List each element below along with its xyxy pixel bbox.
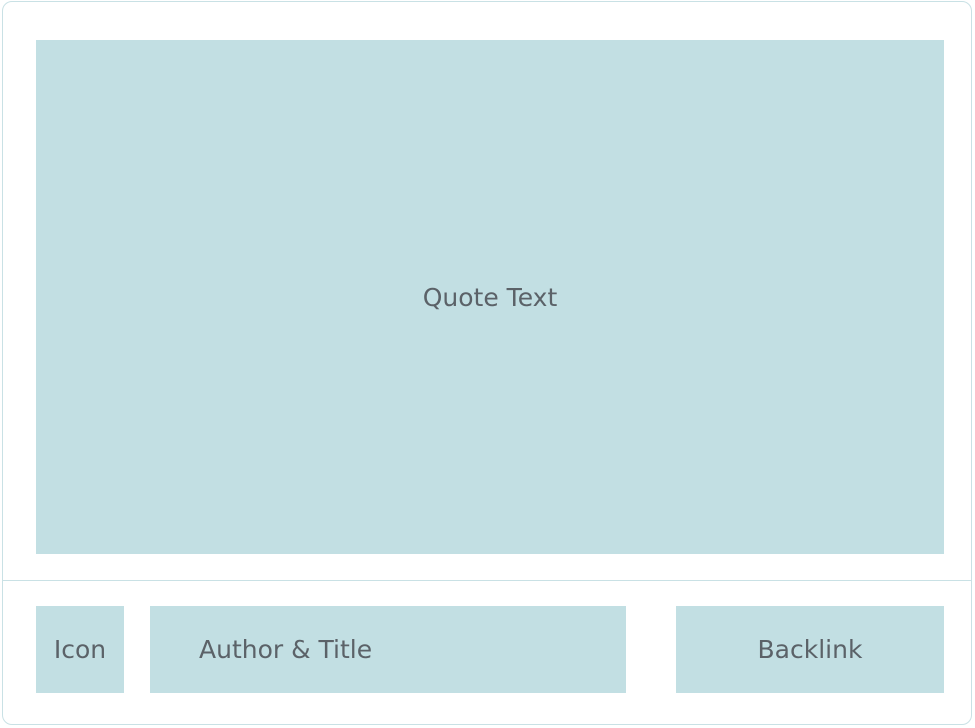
author-title-label: Author & Title [199, 635, 373, 664]
quote-text-label: Quote Text [422, 282, 558, 312]
backlink-placeholder: Backlink [676, 606, 944, 693]
author-title-placeholder: Author & Title [150, 606, 626, 693]
icon-label: Icon [53, 635, 107, 664]
footer-divider [2, 580, 972, 581]
backlink-label: Backlink [757, 635, 863, 664]
icon-placeholder: Icon [36, 606, 124, 693]
quote-text-placeholder: Quote Text [36, 40, 944, 554]
